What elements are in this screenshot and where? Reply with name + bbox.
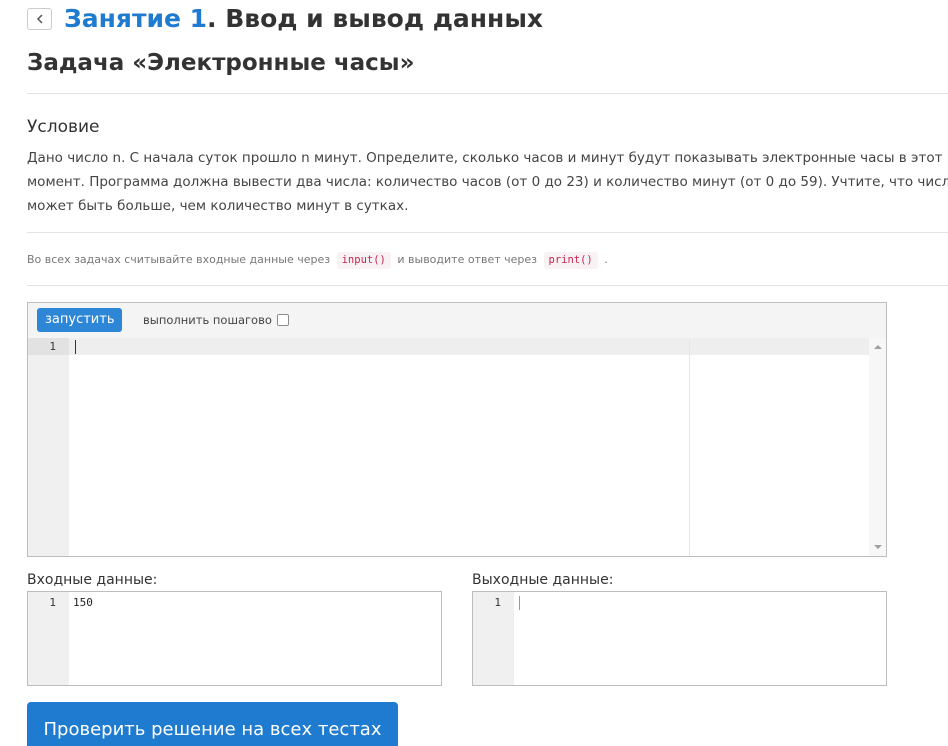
chevron-left-icon — [36, 14, 43, 24]
condition-text: Дано число n. С начала суток прошло n ми… — [27, 150, 948, 214]
io-hint: Во всех задачах считывайте входные данны… — [27, 250, 608, 270]
code-editor[interactable]: запустить выполнить пошагово 1 — [27, 302, 887, 557]
active-line-highlight — [69, 338, 869, 355]
line-number: 1 — [49, 340, 56, 353]
check-all-tests-button[interactable]: Проверить решение на всех тестах — [27, 702, 398, 746]
editor-gutter: 1 — [28, 338, 69, 556]
line-number: 1 — [494, 596, 501, 609]
editor-toolbar: запустить выполнить пошагово — [28, 303, 886, 339]
step-mode-toggle[interactable]: выполнить пошагово — [143, 312, 289, 328]
text-cursor — [75, 340, 76, 354]
hint-text: и выводите ответ через — [397, 253, 537, 266]
scroll-up-icon[interactable] — [874, 345, 882, 349]
scroll-down-icon[interactable] — [874, 545, 882, 549]
lesson-link[interactable]: Занятие 1 — [64, 4, 207, 33]
page: Занятие 1. Ввод и вывод данных Задача «Э… — [0, 0, 948, 746]
input-label: Входные данные: — [27, 572, 158, 588]
print-code-chip: print() — [543, 252, 598, 269]
gutter-active-line: 1 — [28, 338, 69, 355]
output-gutter: 1 — [473, 592, 514, 685]
input-editor[interactable]: 1 150 — [27, 591, 442, 686]
hint-text: . — [604, 253, 608, 266]
editor-scrollbar[interactable] — [869, 338, 886, 556]
run-button[interactable]: запустить — [37, 308, 123, 332]
divider — [27, 93, 948, 94]
step-mode-label: выполнить пошагово — [143, 313, 272, 327]
text-cursor — [519, 596, 520, 610]
hint-text: Во всех задачах считывайте входные данны… — [27, 253, 331, 266]
input-value: 150 — [73, 596, 93, 609]
back-button[interactable] — [27, 8, 52, 30]
lesson-subtitle: . Ввод и вывод данных — [207, 4, 544, 33]
lesson-title: Занятие 1. Ввод и вывод данных — [64, 2, 543, 36]
input-code-chip: input() — [336, 252, 391, 269]
output-label: Выходные данные: — [472, 572, 614, 588]
input-gutter: 1 — [28, 592, 69, 685]
output-editor[interactable]: 1 — [472, 591, 887, 686]
task-title: Задача «Электронные часы» — [27, 50, 415, 76]
condition-heading: Условие — [27, 117, 100, 137]
divider — [27, 232, 948, 233]
line-number: 1 — [49, 596, 56, 609]
step-mode-checkbox[interactable] — [276, 314, 289, 326]
divider — [27, 285, 948, 286]
print-margin — [689, 338, 690, 556]
